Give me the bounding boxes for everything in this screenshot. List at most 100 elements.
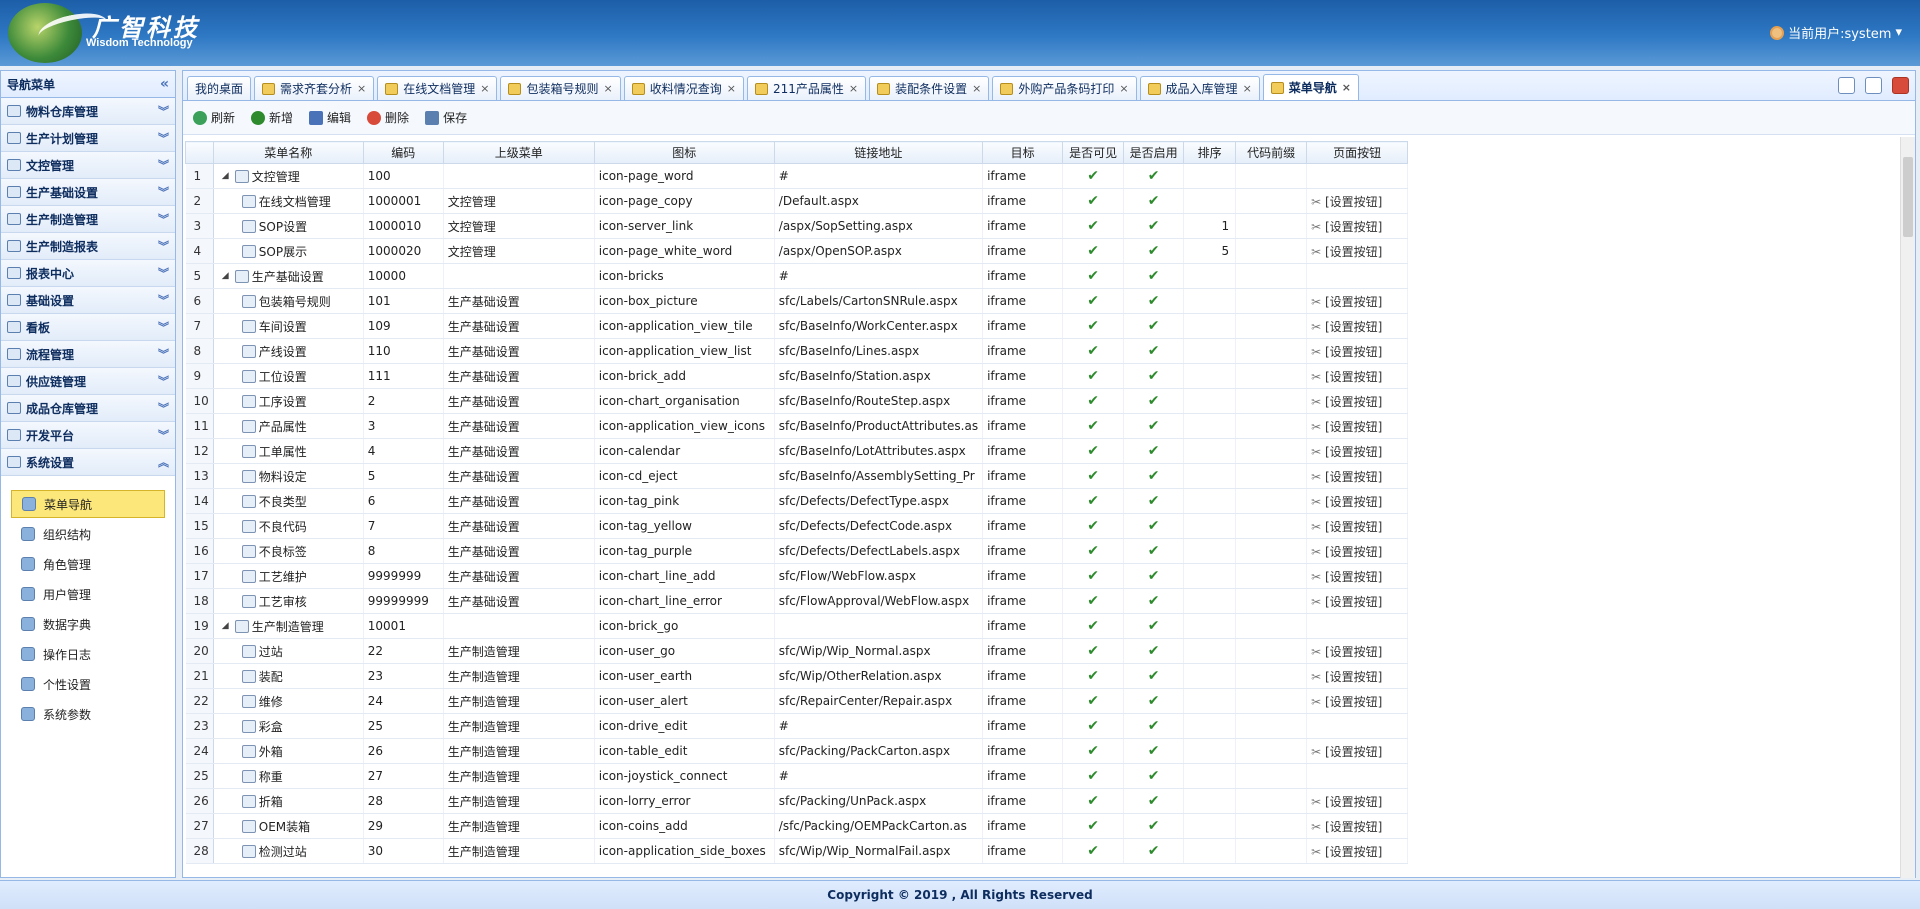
table-row[interactable]: 10 工序设置 2 生产基础设置 icon-chart_organisation sfc/…	[185, 388, 1409, 414]
page-buttons-cell[interactable]: ✂ [设置按钮]	[1306, 638, 1409, 664]
menu-name-cell[interactable]: 彩盒	[213, 713, 364, 739]
sidebar-menu-item[interactable]: 供应链管理 ︾	[1, 368, 175, 395]
table-row[interactable]: 18 工艺审核 99999999 生产基础设置 icon-chart_line_erro…	[185, 588, 1409, 614]
expand-icon[interactable]: ◢	[222, 271, 232, 281]
table-row[interactable]: 3 SOP设置 1000010 文控管理 icon-server_link/aspx/S…	[185, 213, 1409, 239]
save-button[interactable]: 保存	[425, 109, 467, 126]
chevron-down-icon[interactable]: ︾	[158, 346, 169, 362]
fullscreen-icon[interactable]	[1865, 77, 1882, 94]
close-icon[interactable]: ×	[972, 82, 981, 95]
menu-name-cell[interactable]: 工位设置	[213, 363, 364, 389]
close-icon[interactable]: ×	[604, 82, 613, 95]
chevron-down-icon[interactable]: ︾	[158, 427, 169, 443]
menu-name-cell[interactable]: 在线文档管理	[213, 188, 364, 214]
set-buttons-link[interactable]: [设置按钮]	[1325, 545, 1382, 559]
page-buttons-cell[interactable]	[1306, 263, 1409, 289]
menu-name-cell[interactable]: SOP设置	[213, 213, 364, 239]
set-buttons-link[interactable]: [设置按钮]	[1325, 595, 1382, 609]
sidebar-item[interactable]: 菜单导航	[11, 490, 165, 518]
menu-name-cell[interactable]: 产线设置	[213, 338, 364, 364]
menu-name-cell[interactable]: 工艺维护	[213, 563, 364, 589]
close-icon[interactable]: ×	[1119, 82, 1128, 95]
table-row[interactable]: 20 过站 22 生产制造管理 icon-user_go sfc/Wip/Wip_Norm…	[185, 638, 1409, 664]
sidebar-menu-item[interactable]: 生产制造报表 ︾	[1, 233, 175, 260]
table-row[interactable]: 1 ◢ 文控管理 100 icon-page_word # iframe ✔ ✔	[185, 163, 1409, 189]
menu-name-cell[interactable]: 工艺审核	[213, 588, 364, 614]
vertical-scrollbar[interactable]	[1900, 137, 1915, 878]
refresh-button[interactable]: 刷新	[193, 109, 235, 126]
tab[interactable]: 211产品属性 ×	[746, 76, 867, 100]
set-buttons-link[interactable]: [设置按钮]	[1325, 220, 1382, 234]
sidebar-menu-item[interactable]: 生产基础设置 ︾	[1, 179, 175, 206]
sidebar-menu-item[interactable]: 报表中心 ︾	[1, 260, 175, 287]
table-row[interactable]: 24 外箱 26 生产制造管理 icon-table_edit sfc/Packing/P…	[185, 738, 1409, 764]
column-header[interactable]: 页面按钮	[1306, 141, 1409, 164]
menu-name-cell[interactable]: 包装箱号规则	[213, 288, 364, 314]
page-buttons-cell[interactable]: ✂ [设置按钮]	[1306, 563, 1409, 589]
expand-icon[interactable]: ◢	[222, 621, 232, 631]
table-row[interactable]: 12 工单属性 4 生产基础设置 icon-calendar sfc/BaseInfo/L…	[185, 438, 1409, 464]
sidebar-menu-item[interactable]: 成品仓库管理 ︾	[1, 395, 175, 422]
table-row[interactable]: 16 不良标签 8 生产基础设置 icon-tag_purple sfc/Defects/…	[185, 538, 1409, 564]
chevron-down-icon[interactable]: ︾	[158, 292, 169, 308]
set-buttons-link[interactable]: [设置按钮]	[1325, 570, 1382, 584]
menu-name-cell[interactable]: 车间设置	[213, 313, 364, 339]
table-row[interactable]: 28 检测过站 30 生产制造管理 icon-application_side_boxe…	[185, 838, 1409, 864]
menu-name-cell[interactable]: 折箱	[213, 788, 364, 814]
set-buttons-link[interactable]: [设置按钮]	[1325, 845, 1382, 859]
scrollbar-thumb[interactable]	[1903, 157, 1913, 237]
sidebar-item[interactable]: 系统参数	[11, 700, 165, 728]
table-row[interactable]: 11 产品属性 3 生产基础设置 icon-application_view_icons…	[185, 413, 1409, 439]
page-buttons-cell[interactable]	[1306, 713, 1409, 739]
sidebar-item[interactable]: 操作日志	[11, 640, 165, 668]
table-row[interactable]: 22 维修 24 生产制造管理 icon-user_alert sfc/RepairCen…	[185, 688, 1409, 714]
page-buttons-cell[interactable]	[1306, 163, 1409, 189]
chevron-down-icon[interactable]: ︾	[158, 130, 169, 146]
menu-name-cell[interactable]: 过站	[213, 638, 364, 664]
page-buttons-cell[interactable]: ✂ [设置按钮]	[1306, 413, 1409, 439]
tab[interactable]: 菜单导航 ×	[1262, 74, 1360, 100]
close-icon[interactable]: ×	[480, 82, 489, 95]
menu-name-cell[interactable]: ◢ 生产基础设置	[213, 263, 364, 289]
table-row[interactable]: 14 不良类型 6 生产基础设置 icon-tag_pink sfc/Defects/De…	[185, 488, 1409, 514]
table-row[interactable]: 5 ◢ 生产基础设置 10000 icon-bricks # iframe ✔ ✔	[185, 263, 1409, 289]
set-buttons-link[interactable]: [设置按钮]	[1325, 395, 1382, 409]
close-icon[interactable]	[1892, 77, 1909, 94]
sidebar-menu-item[interactable]: 基础设置 ︾	[1, 287, 175, 314]
sidebar-menu-item[interactable]: 看板 ︾	[1, 314, 175, 341]
edit-button[interactable]: 编辑	[309, 109, 351, 126]
refresh-icon[interactable]	[1838, 77, 1855, 94]
set-buttons-link[interactable]: [设置按钮]	[1325, 795, 1382, 809]
column-header[interactable]: 目标	[982, 141, 1064, 164]
menu-name-cell[interactable]: 产品属性	[213, 413, 364, 439]
sidebar-menu-item[interactable]: 生产计划管理 ︾	[1, 125, 175, 152]
table-row[interactable]: 26 折箱 28 生产制造管理 icon-lorry_error sfc/Packing/…	[185, 788, 1409, 814]
menu-name-cell[interactable]: OEM装箱	[213, 813, 364, 839]
table-row[interactable]: 25 称重 27 生产制造管理 icon-joystick_connect # iframe…	[185, 763, 1409, 789]
table-row[interactable]: 7 车间设置 109 生产基础设置 icon-application_view_tile…	[185, 313, 1409, 339]
page-buttons-cell[interactable]: ✂ [设置按钮]	[1306, 663, 1409, 689]
column-header[interactable]: 排序	[1183, 141, 1237, 164]
set-buttons-link[interactable]: [设置按钮]	[1325, 745, 1382, 759]
tab[interactable]: 需求齐套分析 ×	[254, 76, 375, 100]
sidebar-menu-item[interactable]: 生产制造管理 ︾	[1, 206, 175, 233]
page-buttons-cell[interactable]: ✂ [设置按钮]	[1306, 338, 1409, 364]
page-buttons-cell[interactable]: ✂ [设置按钮]	[1306, 313, 1409, 339]
set-buttons-link[interactable]: [设置按钮]	[1325, 345, 1382, 359]
tab[interactable]: 外购产品条码打印 ×	[992, 76, 1137, 100]
chevron-down-icon[interactable]: ▾	[1895, 25, 1902, 40]
chevron-down-icon[interactable]: ︾	[158, 157, 169, 173]
page-buttons-cell[interactable]: ✂ [设置按钮]	[1306, 538, 1409, 564]
chevron-down-icon[interactable]: ︾	[158, 211, 169, 227]
close-icon[interactable]: ×	[1342, 81, 1351, 94]
menu-name-cell[interactable]: 不良类型	[213, 488, 364, 514]
menu-name-cell[interactable]: 不良代码	[213, 513, 364, 539]
menu-name-cell[interactable]: 称重	[213, 763, 364, 789]
set-buttons-link[interactable]: [设置按钮]	[1325, 495, 1382, 509]
sidebar-menu-item[interactable]: 物料仓库管理 ︾	[1, 98, 175, 125]
chevron-down-icon[interactable]: ︾	[158, 184, 169, 200]
expand-icon[interactable]: ◢	[222, 171, 232, 181]
menu-name-cell[interactable]: 工序设置	[213, 388, 364, 414]
page-buttons-cell[interactable]: ✂ [设置按钮]	[1306, 388, 1409, 414]
table-row[interactable]: 8 产线设置 110 生产基础设置 icon-application_view_list…	[185, 338, 1409, 364]
